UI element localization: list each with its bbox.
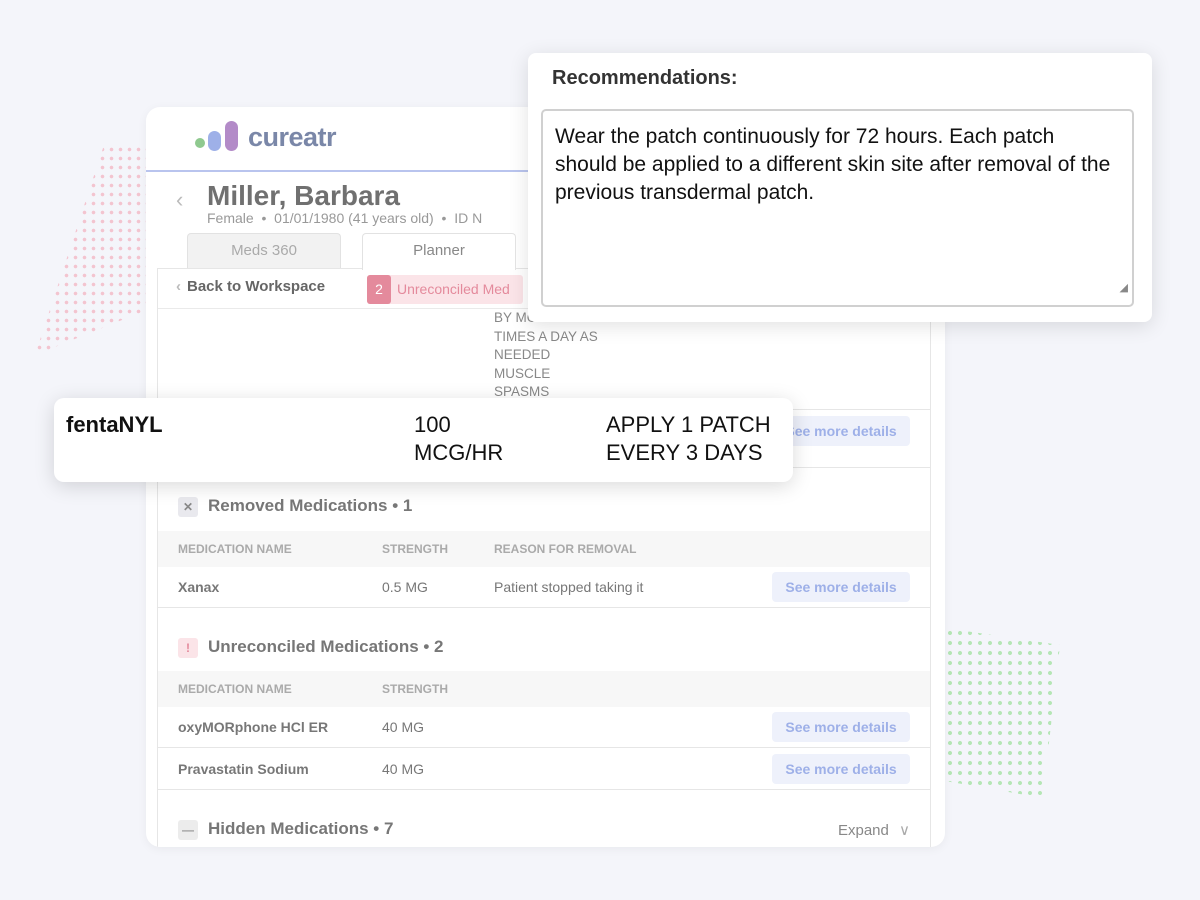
- patient-dob: 01/01/1980 (41 years old): [274, 210, 434, 226]
- recommendations-text: Wear the patch continuously for 72 hours…: [555, 125, 1111, 204]
- back-chevron-icon[interactable]: ‹: [176, 187, 183, 213]
- x-icon: ✕: [178, 496, 198, 517]
- back-label: Back to Workspace: [187, 278, 326, 295]
- med-strength: 100 MCG/HR: [414, 411, 503, 467]
- sig-line: APPLY 1 PATCH: [606, 412, 771, 437]
- planner-panel: ‹ Back to Workspace 2 Unreconciled Med BY …: [157, 268, 931, 847]
- sig-line: NEEDED: [494, 347, 551, 362]
- badge-count: 2: [367, 275, 391, 304]
- strength-line: 100: [414, 412, 451, 437]
- logo: cureatr: [194, 119, 337, 155]
- col-header: STRENGTH: [382, 682, 448, 696]
- hidden-title: Hidden Medications • 7: [208, 819, 394, 838]
- med-strength: 40 MG: [382, 719, 425, 735]
- col-header: STRENGTH: [382, 542, 448, 556]
- unreconciled-section-title: ! Unreconciled Medications • 2: [178, 637, 444, 658]
- minus-icon: —: [178, 819, 198, 840]
- recommendations-popover: Recommendations: Wear the patch continuo…: [528, 53, 1152, 322]
- see-more-details-button[interactable]: See more details: [772, 572, 910, 602]
- table-row: Pravastatin Sodium 40 MG See more detail…: [158, 749, 930, 790]
- sig-text: BY MO TIMES A DAY AS NEEDED MUSCLE SPASM…: [494, 309, 598, 402]
- decorative-dots-green: [945, 628, 1060, 798]
- chevron-left-icon: ‹: [176, 278, 181, 295]
- back-to-workspace-link[interactable]: ‹ Back to Workspace: [176, 278, 325, 295]
- expand-button[interactable]: Expand ∨: [838, 821, 910, 839]
- unreconciled-table-header: MEDICATION NAME STRENGTH: [158, 671, 930, 707]
- med-name: oxyMORphone HCl ER: [178, 719, 329, 735]
- unreconciled-title: Unreconciled Medications • 2: [208, 637, 444, 656]
- resize-grip-icon[interactable]: ◢: [1120, 274, 1128, 302]
- removed-table-header: MEDICATION NAME STRENGTH REASON FOR REMO…: [158, 531, 930, 567]
- removal-reason: Patient stopped taking it: [494, 579, 644, 595]
- patient-details: Female • 01/01/1980 (41 years old) • ID …: [207, 210, 483, 226]
- patient-id: ID N: [454, 210, 483, 226]
- tab-planner[interactable]: Planner: [362, 233, 516, 270]
- sig-line: EVERY 3 DAYS: [606, 440, 763, 465]
- fentanyl-highlight-card: fentaNYL 100 MCG/HR APPLY 1 PATCH EVERY 3 …: [54, 398, 793, 482]
- exclamation-icon: !: [178, 637, 198, 658]
- med-sig: APPLY 1 PATCH EVERY 3 DAYS: [606, 411, 771, 467]
- removed-title: Removed Medications • 1: [208, 496, 413, 515]
- med-name: Pravastatin Sodium: [178, 761, 309, 777]
- col-header: MEDICATION NAME: [178, 542, 292, 556]
- see-more-details-button[interactable]: See more details: [772, 754, 910, 784]
- med-name: fentaNYL: [66, 412, 163, 437]
- col-header: MEDICATION NAME: [178, 682, 292, 696]
- patient-sex: Female: [207, 210, 254, 226]
- table-row: oxyMORphone HCl ER 40 MG See more detail…: [158, 707, 930, 748]
- recommendations-textarea[interactable]: Wear the patch continuously for 72 hours…: [541, 109, 1134, 307]
- med-strength: 0.5 MG: [382, 579, 428, 595]
- med-name: Xanax: [178, 579, 220, 595]
- pill-logo-icon: [195, 121, 238, 151]
- col-header: REASON FOR REMOVAL: [494, 542, 637, 556]
- removed-section-title: ✕ Removed Medications • 1: [178, 496, 412, 517]
- decorative-dots-pink: [35, 145, 150, 355]
- table-row: Xanax 0.5 MG Patient stopped taking it S…: [158, 567, 930, 608]
- med-strength: 40 MG: [382, 761, 425, 777]
- patient-name: Miller, Barbara: [207, 180, 400, 211]
- badge-label: Unreconciled Med: [397, 281, 510, 297]
- hidden-section-title: — Hidden Medications • 7: [178, 819, 393, 840]
- unreconciled-badge[interactable]: 2 Unreconciled Med: [367, 275, 523, 304]
- see-more-details-button[interactable]: See more details: [772, 712, 910, 742]
- tab-meds-360[interactable]: Meds 360: [187, 233, 341, 269]
- recommendations-title: Recommendations:: [552, 67, 738, 89]
- sig-line: TIMES A DAY AS: [494, 328, 598, 344]
- sig-line: MUSCLE: [494, 365, 551, 381]
- chevron-down-icon: ∨: [899, 822, 910, 839]
- strength-line: MCG/HR: [414, 440, 504, 465]
- expand-label: Expand: [837, 822, 889, 839]
